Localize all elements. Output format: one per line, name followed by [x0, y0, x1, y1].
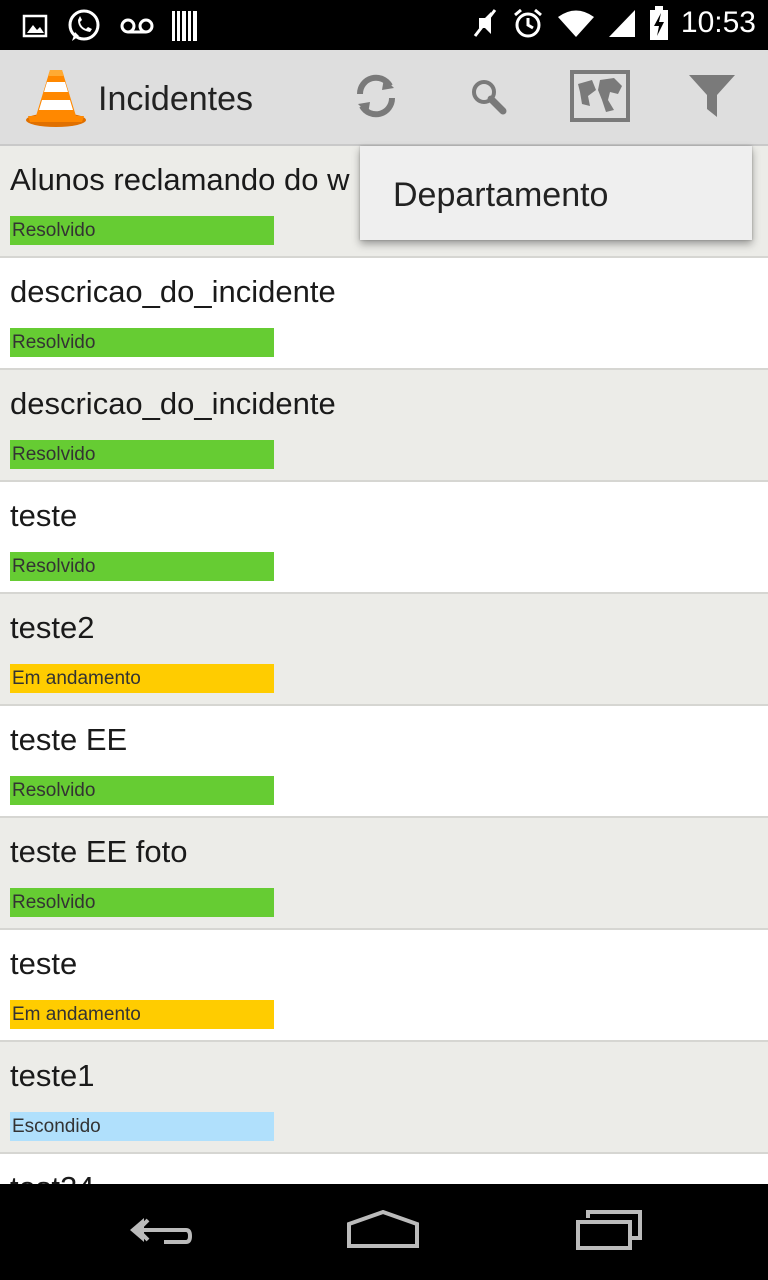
incident-list[interactable]: Alunos reclamando do w Resolvido descricao… [0, 146, 768, 1184]
voicemail-icon [120, 16, 154, 36]
home-button[interactable] [338, 1202, 428, 1262]
map-button[interactable] [568, 68, 632, 128]
incident-row[interactable]: teste Resolvido [0, 482, 768, 594]
status-badge: Em andamento [10, 664, 274, 693]
incident-row[interactable]: teste EE Resolvido [0, 706, 768, 818]
whatsapp-icon [66, 8, 102, 44]
incident-title: descricao_do_incidente [10, 386, 336, 421]
incident-row[interactable]: teste EE foto Resolvido [0, 818, 768, 930]
mute-icon [471, 6, 499, 40]
page-title: Incidentes [98, 80, 253, 118]
filter-icon [687, 73, 737, 124]
wifi-icon [557, 8, 595, 38]
clock: 10:53 [680, 6, 756, 39]
incident-title: teste [10, 498, 78, 533]
status-badge: Resolvido [10, 216, 274, 245]
incident-title: teste2 [10, 610, 95, 645]
incident-row[interactable]: descricao_do_incidente Resolvido [0, 258, 768, 370]
status-badge: Resolvido [10, 776, 274, 805]
incident-row[interactable]: teste2 Em andamento [0, 594, 768, 706]
incident-row[interactable]: teste Em andamento [0, 930, 768, 1042]
recent-apps-icon [574, 1209, 644, 1255]
search-icon [468, 76, 508, 121]
incident-title: Alunos reclamando do w [10, 162, 350, 197]
status-badge: Resolvido [10, 328, 274, 357]
incident-title: teste [10, 946, 78, 981]
signal-icon [607, 8, 637, 38]
action-bar: Incidentes [0, 50, 768, 146]
back-button[interactable] [114, 1202, 204, 1262]
incident-title: teste1 [10, 1058, 95, 1093]
status-badge: Em andamento [10, 1000, 274, 1029]
incident-title: descricao_do_incidente [10, 274, 336, 309]
traffic-cone-icon[interactable] [24, 64, 88, 128]
home-icon [345, 1209, 421, 1255]
map-icon [570, 69, 630, 127]
image-icon [22, 13, 48, 39]
status-badge: Escondido [10, 1112, 274, 1141]
refresh-button[interactable] [344, 68, 408, 128]
filter-menu: Departamento [360, 146, 752, 240]
menu-item-departamento[interactable]: Departamento [393, 176, 608, 215]
search-button[interactable] [456, 68, 520, 128]
refresh-icon [352, 72, 400, 125]
status-bar: 10:53 [0, 0, 768, 50]
incident-row[interactable]: test24 [0, 1154, 768, 1184]
incident-row[interactable]: teste1 Escondido [0, 1042, 768, 1154]
incident-row[interactable]: descricao_do_incidente Resolvido [0, 370, 768, 482]
battery-charging-icon [649, 6, 669, 40]
barcode-icon [172, 11, 198, 41]
status-badge: Resolvido [10, 440, 274, 469]
incident-title: teste EE [10, 722, 128, 757]
alarm-icon [511, 6, 545, 40]
incident-title: teste EE foto [10, 834, 188, 869]
incident-title: test24 [10, 1170, 94, 1184]
status-badge: Resolvido [10, 888, 274, 917]
back-icon [124, 1210, 194, 1255]
navigation-bar [0, 1184, 768, 1280]
filter-button[interactable] [680, 68, 744, 128]
status-badge: Resolvido [10, 552, 274, 581]
recent-apps-button[interactable] [564, 1202, 654, 1262]
